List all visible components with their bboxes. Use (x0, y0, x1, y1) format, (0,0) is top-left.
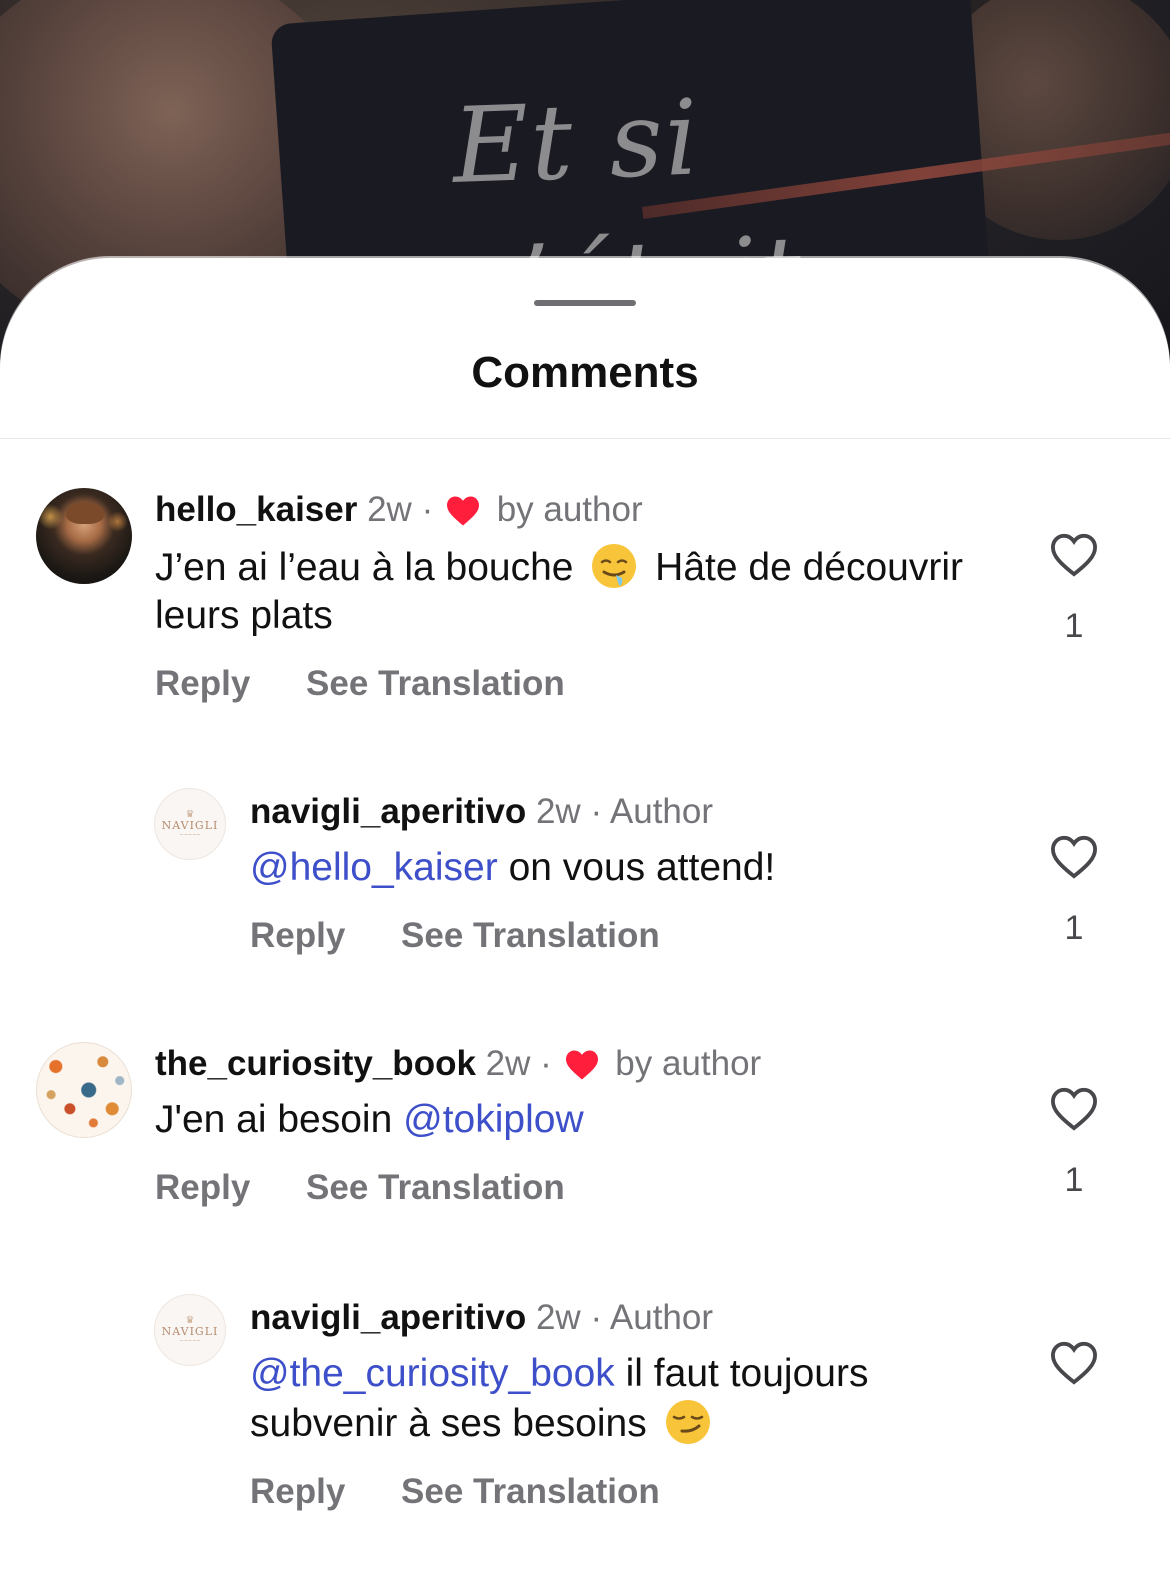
author-liked-heart-icon (446, 496, 479, 526)
like-control: 1 (1048, 1086, 1100, 1200)
comment-username[interactable]: hello_kaiser (155, 490, 357, 529)
avatar[interactable] (36, 488, 132, 584)
comment-actions: Reply See Translation (155, 664, 1035, 704)
reply-button[interactable]: Reply (250, 916, 345, 956)
comment-actions: Reply See Translation (155, 1168, 1035, 1208)
comment-separator: · (421, 490, 434, 529)
avatar[interactable]: ♛ NAVIGLI ~~~~~ (154, 1294, 226, 1366)
author-badge: Author (609, 792, 714, 831)
comment-username[interactable]: navigli_aperitivo (250, 792, 526, 831)
comment-separator: · (590, 1298, 603, 1337)
author-badge: Author (609, 1298, 714, 1337)
author-liked-heart-icon (565, 1050, 598, 1080)
comment-text: J'en ai besoin @tokiplow (155, 1098, 584, 1141)
comment-username[interactable]: the_curiosity_book (155, 1044, 476, 1083)
brand-logo-text: NAVIGLI (161, 818, 219, 832)
comment-separator: · (590, 792, 603, 831)
reply-button[interactable]: Reply (250, 1472, 345, 1512)
comment-time: 2w (535, 1298, 581, 1337)
brand-logo-text: NAVIGLI (161, 1324, 219, 1338)
avatar[interactable]: ♛ NAVIGLI ~~~~~ (154, 788, 226, 860)
mention-link[interactable]: @the_curiosity_book (250, 1352, 615, 1395)
comments-sheet: Comments hello_kaiser 2w · by author J’e… (0, 258, 1170, 1588)
see-translation-button[interactable]: See Translation (401, 916, 660, 956)
heart-outline-icon[interactable] (1049, 834, 1099, 880)
heart-outline-icon[interactable] (1049, 532, 1099, 578)
like-count: 1 (1064, 607, 1084, 645)
heart-outline-icon[interactable] (1049, 1340, 1099, 1386)
reply-button[interactable]: Reply (155, 664, 250, 704)
heart-outline-icon[interactable] (1049, 1086, 1099, 1132)
like-control (1048, 1340, 1100, 1391)
like-count: 1 (1064, 909, 1084, 947)
comment-liked-by-author-label: by author (615, 1044, 762, 1083)
mention-link[interactable]: @hello_kaiser (250, 846, 498, 889)
comment-text: @hello_kaiser on vous attend! (250, 846, 776, 889)
like-control: 1 (1048, 834, 1100, 948)
comment-username[interactable]: navigli_aperitivo (250, 1298, 526, 1337)
sheet-divider (0, 438, 1170, 439)
like-count: 1 (1064, 1161, 1084, 1199)
comment-header: navigli_aperitivo 2w · Author (250, 1296, 1010, 1340)
comment-text: @the_curiosity_book il faut toujours sub… (250, 1352, 869, 1445)
comment-header: the_curiosity_book 2w · by author (155, 1042, 1035, 1086)
see-translation-button[interactable]: See Translation (401, 1472, 660, 1512)
smirking-face-emoji-icon (665, 1400, 710, 1444)
comment-separator: · (540, 1044, 552, 1083)
comment-header: navigli_aperitivo 2w · Author (250, 790, 1030, 834)
comment-time: 2w (367, 490, 412, 529)
comment-liked-by-author-label: by author (496, 490, 643, 529)
brand-crown-icon: ♛ (185, 1314, 195, 1326)
brand-crown-icon: ♛ (185, 808, 195, 820)
comment-text: J’en ai l’eau à la bouche Hâte de découv… (155, 542, 1035, 640)
comment-actions: Reply See Translation (250, 916, 1030, 956)
comment-actions: Reply See Translation (250, 1472, 1010, 1512)
reply-button[interactable]: Reply (155, 1168, 250, 1208)
sheet-title: Comments (471, 348, 699, 397)
see-translation-button[interactable]: See Translation (306, 1168, 565, 1208)
comment-time: 2w (485, 1044, 531, 1083)
drooling-face-emoji-icon (592, 544, 637, 588)
like-control: 1 (1048, 532, 1100, 646)
mention-link[interactable]: @tokiplow (403, 1098, 584, 1141)
avatar[interactable] (36, 1042, 132, 1138)
comment-header: hello_kaiser 2w · by author (155, 488, 1035, 532)
comment-time: 2w (535, 792, 581, 831)
sheet-grabber-handle[interactable] (534, 300, 636, 306)
see-translation-button[interactable]: See Translation (306, 664, 565, 704)
